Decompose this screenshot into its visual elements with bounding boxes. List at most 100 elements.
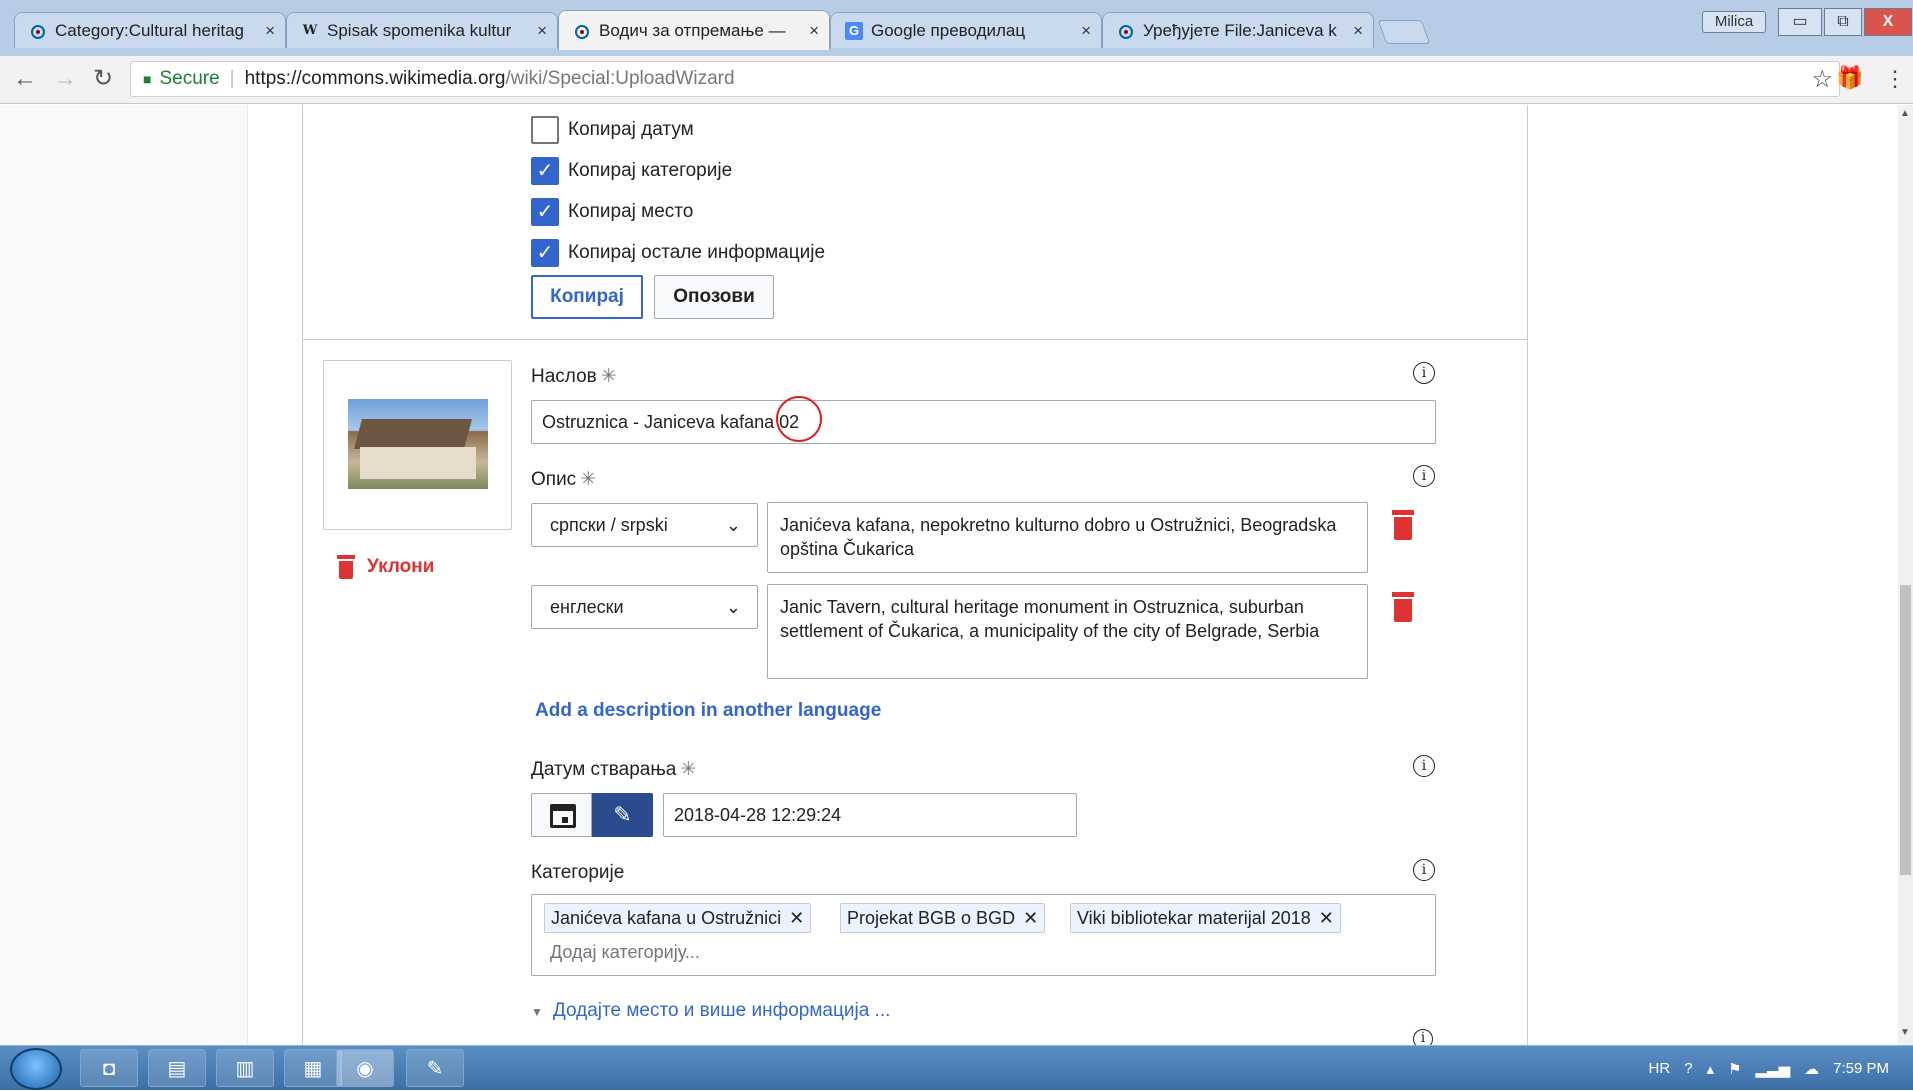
signal-icon[interactable]: ▂▃▅ xyxy=(1756,1060,1791,1078)
gift-extension-icon[interactable]: 🎁 xyxy=(1836,66,1863,90)
title-info-icon[interactable]: i xyxy=(1413,362,1435,384)
copy-categories-checkbox[interactable]: ✓ xyxy=(531,157,559,185)
required-asterisk-icon: ✳ xyxy=(680,759,697,780)
categories-box[interactable]: Janićeva kafana u Ostružnici ✕ Projekat B… xyxy=(531,894,1436,976)
checkmark-icon: ✓ xyxy=(536,160,554,182)
description-info-icon[interactable]: i xyxy=(1413,465,1435,487)
add-category-input[interactable]: Додај категорију... xyxy=(550,942,700,963)
copy-location-checkbox[interactable]: ✓ xyxy=(531,198,559,226)
tab-close-icon[interactable]: × xyxy=(265,21,275,41)
tab-category-cultural-heritage[interactable]: Category:Cultural heritag × xyxy=(14,12,286,48)
tab-title: Водич за отпремање — xyxy=(599,20,786,40)
copy-other-info-checkbox[interactable]: ✓ xyxy=(531,239,559,267)
remove-category-icon[interactable]: ✕ xyxy=(1023,908,1038,928)
remove-file-button[interactable]: Уклони xyxy=(337,555,434,579)
back-arrow-icon[interactable]: ← xyxy=(10,64,40,94)
browser-toolbar: ← → ↻ ■ Secure | https://commons.wikimed… xyxy=(0,56,1913,104)
explorer-taskbar-icon[interactable]: ▤ xyxy=(148,1049,206,1087)
outlook-taskbar-icon[interactable]: ◘ xyxy=(80,1049,138,1087)
help-icon[interactable]: ? xyxy=(1684,1060,1692,1077)
remove-category-icon[interactable]: ✕ xyxy=(789,908,804,928)
title-label: Наслов ✳ xyxy=(531,365,617,388)
title-input[interactable] xyxy=(531,400,1436,444)
description-language-select-2[interactable]: енглески ⌄ xyxy=(531,585,758,629)
notepad-taskbar-icon[interactable]: ▥ xyxy=(216,1049,274,1087)
commons-icon xyxy=(1117,22,1135,40)
date-info-icon[interactable]: i xyxy=(1413,755,1435,777)
tab-close-icon[interactable]: × xyxy=(1353,21,1363,41)
address-bar[interactable]: ■ Secure | https://commons.wikimedia.org… xyxy=(130,61,1840,97)
date-input[interactable] xyxy=(663,793,1077,837)
category-chip-label: Janićeva kafana u Ostružnici xyxy=(551,908,782,928)
file-thumbnail-box xyxy=(323,360,512,530)
window-close-button[interactable]: X xyxy=(1864,8,1912,36)
categories-label: Категорије xyxy=(531,862,625,883)
description-textarea-1[interactable]: Janićeva kafana, nepokretno kulturno dob… xyxy=(767,502,1368,573)
add-description-link[interactable]: Add a description in another language xyxy=(535,700,881,722)
delete-description-1-icon[interactable] xyxy=(1392,510,1414,540)
tab-close-icon[interactable]: × xyxy=(537,21,547,41)
clock[interactable]: 7:59 PM xyxy=(1833,1060,1889,1077)
tab-spisak-spomenika[interactable]: W Spisak spomenika kultur × xyxy=(286,12,558,48)
lock-icon: ■ xyxy=(143,71,152,87)
tab-close-icon[interactable]: × xyxy=(809,21,819,41)
scrollbar-thumb[interactable] xyxy=(1900,585,1911,875)
calendar-icon xyxy=(550,804,576,828)
reload-icon[interactable]: ↻ xyxy=(88,64,118,94)
copy-location-label: Копирај место xyxy=(568,201,694,222)
category-chip[interactable]: Viki bibliotekar materijal 2018 ✕ xyxy=(1070,903,1341,933)
description-language-select-1[interactable]: српски / srpski ⌄ xyxy=(531,503,758,547)
new-tab-button[interactable] xyxy=(1377,20,1431,44)
delete-description-2-icon[interactable] xyxy=(1392,592,1414,622)
scroll-up-icon[interactable]: ▲ xyxy=(1900,108,1910,119)
tab-upload-wizard[interactable]: Водич за отпремање — × xyxy=(558,10,830,50)
start-button[interactable] xyxy=(10,1048,62,1090)
page-scrollbar[interactable] xyxy=(1898,105,1913,1045)
flag-icon[interactable]: ⚑ xyxy=(1728,1060,1741,1078)
paint-taskbar-icon[interactable]: ✎ xyxy=(406,1049,464,1087)
cloud-icon[interactable]: ☁ xyxy=(1804,1060,1819,1078)
remove-category-icon[interactable]: ✕ xyxy=(1319,908,1334,928)
scroll-down-icon[interactable]: ▼ xyxy=(1900,1027,1910,1038)
browser-menu-icon[interactable]: ⋮ xyxy=(1884,66,1906,92)
maximize-button[interactable]: ⧉ xyxy=(1824,8,1862,36)
trash-icon xyxy=(337,555,355,579)
language-indicator[interactable]: HR xyxy=(1649,1060,1671,1077)
required-asterisk-icon: ✳ xyxy=(580,469,597,490)
browser-tab-strip: Category:Cultural heritag × W Spisak spo… xyxy=(0,0,1913,60)
description-label: Опис ✳ xyxy=(531,468,596,491)
category-chip[interactable]: Janićeva kafana u Ostružnici ✕ xyxy=(544,903,812,933)
add-location-more-info-link[interactable]: ▼ Додајте место и више информација ... xyxy=(531,1000,890,1022)
required-asterisk-icon: ✳ xyxy=(600,366,617,387)
bookmark-star-icon[interactable]: ☆ xyxy=(1811,65,1833,94)
minimize-button[interactable]: ▭ xyxy=(1778,8,1822,36)
description-textarea-2[interactable]: Janic Tavern, cultural heritage monument… xyxy=(767,584,1368,679)
chevron-down-icon: ⌄ xyxy=(725,515,741,535)
tab-title: Google преводилац xyxy=(871,20,1026,40)
copy-date-label: Копирај датум xyxy=(568,119,694,140)
chrome-taskbar-icon[interactable]: ◉ xyxy=(336,1049,394,1087)
checkmark-icon: ✓ xyxy=(536,242,554,264)
tab-google-translate[interactable]: G Google преводилац × xyxy=(830,12,1102,48)
cancel-button[interactable]: Опозови xyxy=(654,275,774,319)
date-label: Датум стварања ✳ xyxy=(531,758,696,781)
calculator-taskbar-icon[interactable]: ▦ xyxy=(284,1049,342,1087)
profile-button[interactable]: Milica xyxy=(1702,11,1766,33)
copy-button[interactable]: Копирај xyxy=(531,275,643,319)
copy-categories-label: Копирај категорије xyxy=(568,160,733,181)
forward-arrow-icon[interactable]: → xyxy=(50,64,80,94)
category-chip[interactable]: Projekat BGB o BGD ✕ xyxy=(840,903,1046,933)
copy-date-checkbox[interactable] xyxy=(531,116,559,144)
triangle-down-icon: ▼ xyxy=(531,1005,543,1019)
language-value: српски / srpski xyxy=(550,515,668,535)
categories-info-icon[interactable]: i xyxy=(1413,859,1435,881)
tab-title: Category:Cultural heritag xyxy=(55,20,244,40)
more-info-label: Додајте место и више информација ... xyxy=(552,1000,891,1021)
tab-editing-file[interactable]: Уређујете File:Janiceva k × xyxy=(1102,12,1374,48)
pencil-icon: ✎ xyxy=(613,802,632,827)
windows-taskbar: ◘ ▤ ▥ ▦ ◉ ✎ HR ? ▴ ⚑ ▂▃▅ ☁ 7:59 PM xyxy=(0,1045,1913,1090)
manual-date-mode-button[interactable]: ✎ xyxy=(592,793,653,837)
calendar-mode-button[interactable] xyxy=(531,793,592,837)
tab-close-icon[interactable]: × xyxy=(1081,21,1091,41)
network-icon[interactable]: ▴ xyxy=(1707,1060,1715,1078)
